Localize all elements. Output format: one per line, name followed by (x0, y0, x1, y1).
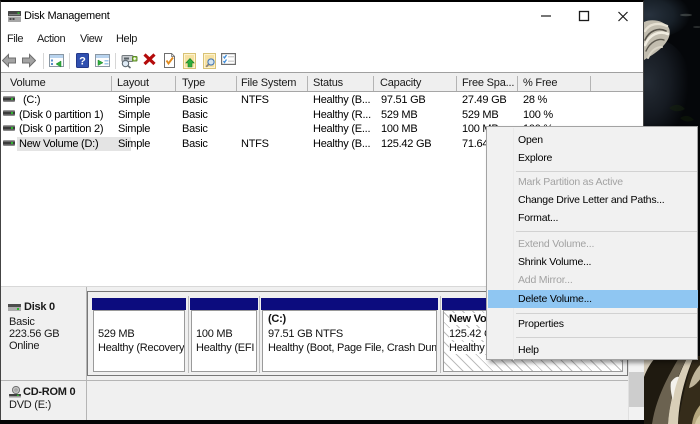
svg-text:?: ? (79, 56, 86, 68)
